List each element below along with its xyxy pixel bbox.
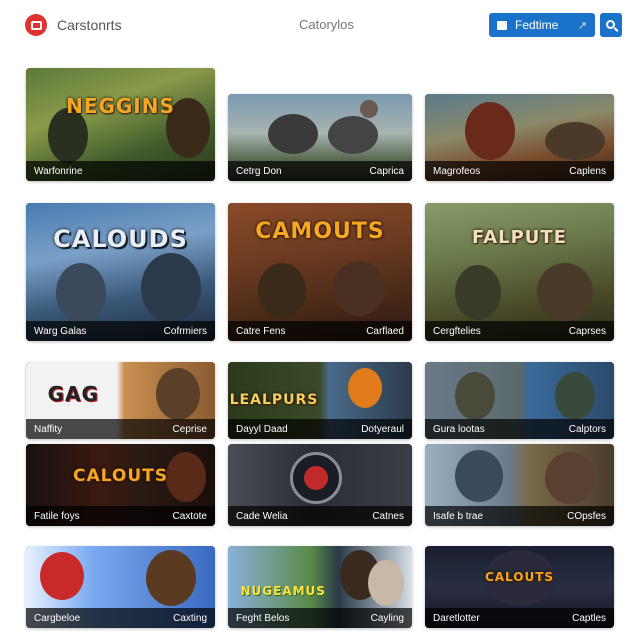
primary-action-label: Fedtime (515, 18, 559, 32)
card-category: Caprica (369, 165, 404, 177)
brand-name[interactable]: Carstonrts (57, 17, 122, 33)
card-category: Ceprise (172, 423, 207, 435)
card-category: Catnes (372, 510, 404, 522)
card-title: Naffity (34, 423, 63, 435)
game-title-art: NUGEAMUS (240, 584, 326, 598)
card-title: Cargbeloe (34, 612, 81, 624)
game-title-art: CAMOUTS (255, 219, 385, 244)
card-title: Daretlotter (433, 612, 480, 624)
game-title-art: FALPUTE (471, 227, 567, 248)
game-title-art: NEGGINS (66, 94, 175, 118)
card-title: Cade Welia (236, 510, 288, 522)
game-title-art: CALOUTS (484, 570, 555, 584)
game-card[interactable]: CALOUDS Warg Galas Cofrmiers (26, 203, 215, 341)
card-title: Warfonrine (34, 165, 83, 177)
game-title-art: GAG (47, 382, 99, 406)
card-title: Cetrg Don (236, 165, 282, 177)
card-title: Catre Fens (236, 325, 286, 337)
card-category: Dotyeraul (361, 423, 404, 435)
card-title: Dayyl Daad (236, 423, 288, 435)
card-category: Caxtote (172, 510, 207, 522)
game-card[interactable]: CALOUTS Daretlotter Captles (425, 546, 614, 628)
game-title-art: CALOUDS (53, 225, 188, 253)
card-title: Cergftelies (433, 325, 481, 337)
card-category: Cofrmiers (163, 325, 207, 337)
game-card[interactable]: CALOUTS Fatile foys Caxtote (26, 444, 215, 526)
card-category: Caxting (173, 612, 207, 624)
card-category: COpsfes (567, 510, 606, 522)
game-card[interactable]: Cetrg Don Caprica (228, 94, 412, 181)
card-category: Carflaed (366, 325, 404, 337)
top-bar: Carstonrts Catorylos Fedtime ↗ (0, 0, 640, 52)
game-card[interactable]: GAG Naffity Ceprise (26, 362, 215, 439)
card-title: Magrofeos (433, 165, 481, 177)
game-card[interactable]: NEGGINS Warfonrine (26, 68, 215, 181)
bag-icon (497, 20, 507, 30)
arrow-icon: ↗ (577, 19, 587, 32)
card-title: Fatile foys (34, 510, 80, 522)
game-title-art: CALOUTS (73, 466, 168, 486)
card-title: Feght Belos (236, 612, 290, 624)
card-title: Warg Galas (34, 325, 87, 337)
card-title: Isafe b trae (433, 510, 484, 522)
card-title: Gura lootas (433, 423, 485, 435)
game-card[interactable]: Cargbeloe Caxting (26, 546, 215, 628)
primary-action-button[interactable]: Fedtime ↗ (489, 13, 595, 37)
game-card[interactable]: Gura lootas Calptors (425, 362, 614, 439)
game-card[interactable]: Magrofeos Caplens (425, 94, 614, 181)
card-category: Cayling (370, 612, 404, 624)
search-icon (605, 19, 615, 29)
card-category: Captles (572, 612, 606, 624)
game-card[interactable]: CAMOUTS Catre Fens Carflaed (228, 203, 412, 341)
nav-categories-link[interactable]: Catorylos (299, 17, 354, 32)
game-card[interactable]: NUGEAMUS Feght Belos Cayling (228, 546, 412, 628)
game-card[interactable]: Cade Welia Catnes (228, 444, 412, 526)
game-card[interactable]: LEALPURS Dayyl Daad Dotyeraul (228, 362, 412, 439)
card-category: Calptors (568, 423, 606, 435)
card-category: Caprses (568, 325, 606, 337)
search-button[interactable] (600, 13, 622, 37)
game-card[interactable]: Isafe b trae COpsfes (425, 444, 614, 526)
app-logo-icon[interactable] (25, 14, 47, 36)
card-category: Caplens (569, 165, 606, 177)
game-title-art: LEALPURS (229, 392, 319, 408)
game-card[interactable]: FALPUTE Cergftelies Caprses (425, 203, 614, 341)
